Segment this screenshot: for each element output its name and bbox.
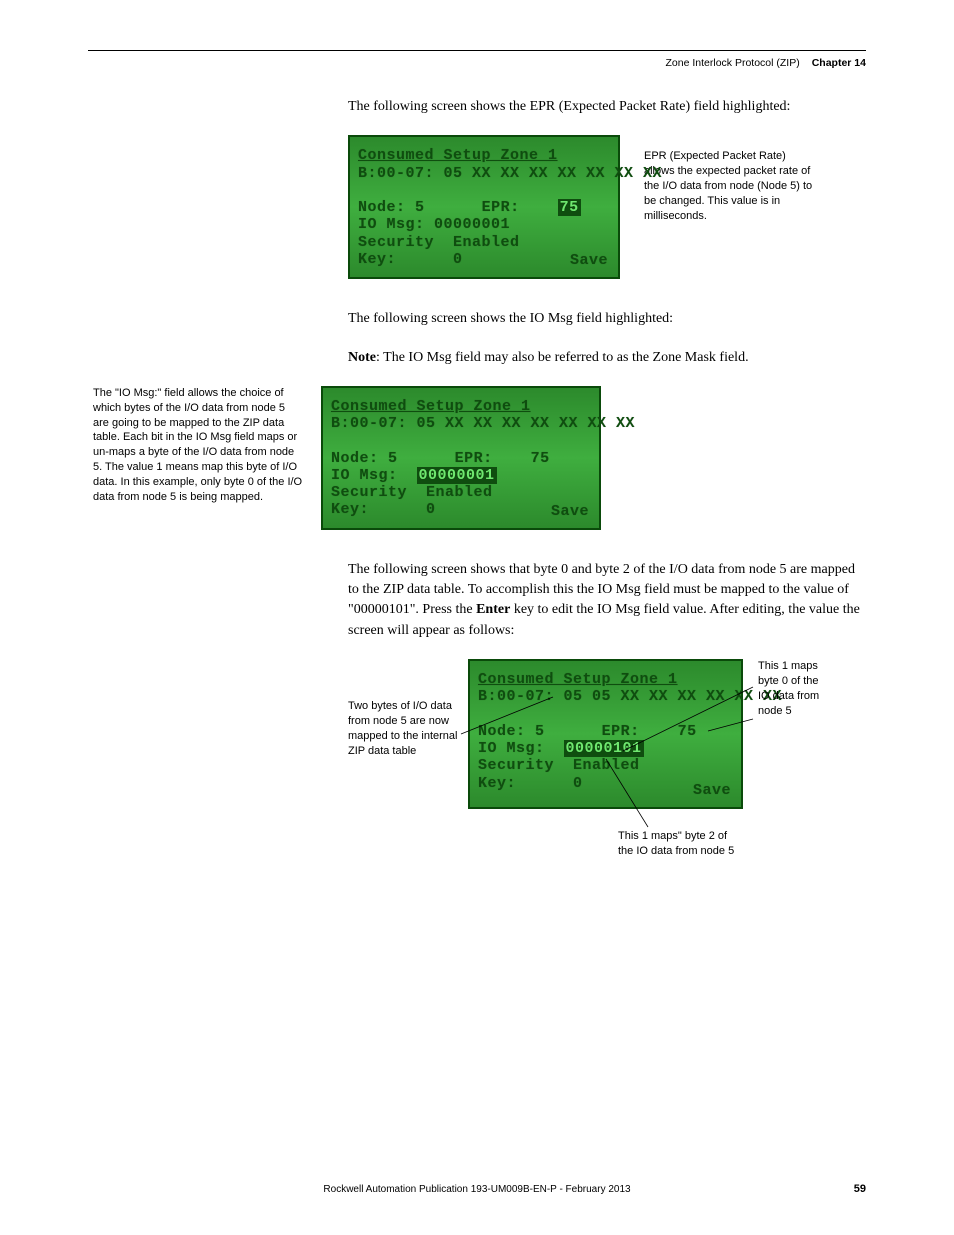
note-label: Note — [348, 350, 376, 365]
lcd-key-label: Key: — [478, 775, 516, 792]
figure-mapped: Two bytes of I/O data from node 5 are no… — [348, 659, 866, 919]
lcd-key-value: 0 — [453, 251, 463, 268]
lcd-title: Consumed Setup Zone 1 — [358, 147, 610, 164]
lcd-node-label: Node: — [358, 199, 406, 216]
lcd-epr-label: EPR: — [455, 450, 493, 467]
lcd-byte-row: B:00-07: 05 XX XX XX XX XX XX XX — [358, 165, 610, 182]
page-header: Zone Interlock Protocol (ZIP) Chapter 14 — [88, 57, 866, 69]
lcd-title: Consumed Setup Zone 1 — [331, 398, 591, 415]
page-footer: Rockwell Automation Publication 193-UM00… — [0, 1184, 954, 1195]
lcd-iomsg-value: 00000001 — [434, 216, 510, 233]
lcd-title: Consumed Setup Zone 1 — [478, 671, 733, 688]
lcd-security-value: Enabled — [426, 484, 493, 501]
lcd-epr-label: EPR: — [482, 199, 520, 216]
lcd-epr-value: 75 — [678, 723, 697, 740]
paragraph-mapping: The following screen shows that byte 0 a… — [348, 560, 866, 641]
paragraph-epr-intro: The following screen shows the EPR (Expe… — [348, 97, 866, 117]
lcd-save-label: Save — [693, 782, 731, 799]
lcd-iomsg-label: IO Msg: — [478, 740, 545, 757]
lcd-iomsg-label: IO Msg: — [358, 216, 425, 233]
paragraph-note: Note: The IO Msg field may also be refer… — [348, 348, 866, 368]
lcd-iomsg-label: IO Msg: — [331, 467, 398, 484]
lcd-node-value: 5 — [535, 723, 545, 740]
lcd-epr-label: EPR: — [602, 723, 640, 740]
lcd-key-value: 0 — [573, 775, 583, 792]
lcd-node-value: 5 — [415, 199, 425, 216]
lcd-epr-value-highlighted: 75 — [558, 199, 581, 216]
callout-mapped-left: Two bytes of I/O data from node 5 are no… — [348, 699, 463, 758]
lcd-save-label: Save — [551, 503, 589, 520]
lcd-node-label: Node: — [331, 450, 379, 467]
lcd-key-value: 0 — [426, 501, 436, 518]
header-section: Zone Interlock Protocol (ZIP) — [666, 57, 800, 69]
lcd-screen-2: Consumed Setup Zone 1 B:00-07: 05 XX XX … — [321, 386, 601, 530]
page-number: 59 — [854, 1183, 866, 1195]
lcd-security-value: Enabled — [573, 757, 640, 774]
note-text: : The IO Msg field may also be referred … — [376, 350, 749, 365]
lcd-key-label: Key: — [358, 251, 396, 268]
figure-iomsg: The "IO Msg:" field allows the choice of… — [93, 386, 866, 530]
lcd-iomsg-value-highlighted: 00000101 — [564, 740, 644, 757]
paragraph-iomsg-intro: The following screen shows the IO Msg fi… — [348, 309, 866, 329]
lcd-epr-value: 75 — [531, 450, 550, 467]
lcd-iomsg-value-highlighted: 00000001 — [417, 467, 497, 484]
callout-byte2: This 1 maps" byte 2 of the IO data from … — [618, 829, 738, 859]
p3-enter: Enter — [476, 602, 510, 617]
footer-publication: Rockwell Automation Publication 193-UM00… — [323, 1184, 630, 1195]
callout-byte0: This 1 maps byte 0 of the IO data from n… — [758, 659, 833, 718]
lcd-screen-1: Consumed Setup Zone 1 B:00-07: 05 XX XX … — [348, 135, 620, 279]
lcd-byte-row: B:00-07: 05 XX XX XX XX XX XX XX — [331, 415, 591, 432]
callout-iomsg: The "IO Msg:" field allows the choice of… — [93, 386, 303, 505]
figure-epr: Consumed Setup Zone 1 B:00-07: 05 XX XX … — [348, 135, 866, 279]
callout-epr: EPR (Expected Packet Rate) allows the ex… — [644, 149, 819, 223]
lcd-security-label: Security — [331, 484, 407, 501]
lcd-save-label: Save — [570, 252, 608, 269]
lcd-byte-row: B:00-07: 05 05 XX XX XX XX XX XX — [478, 688, 733, 705]
lcd-security-value: Enabled — [453, 234, 520, 251]
lcd-security-label: Security — [358, 234, 434, 251]
lcd-node-value: 5 — [388, 450, 398, 467]
lcd-node-label: Node: — [478, 723, 526, 740]
lcd-key-label: Key: — [331, 501, 369, 518]
header-chapter: Chapter 14 — [812, 57, 866, 69]
lcd-screen-3: Consumed Setup Zone 1 B:00-07: 05 05 XX … — [468, 659, 743, 809]
lcd-security-label: Security — [478, 757, 554, 774]
